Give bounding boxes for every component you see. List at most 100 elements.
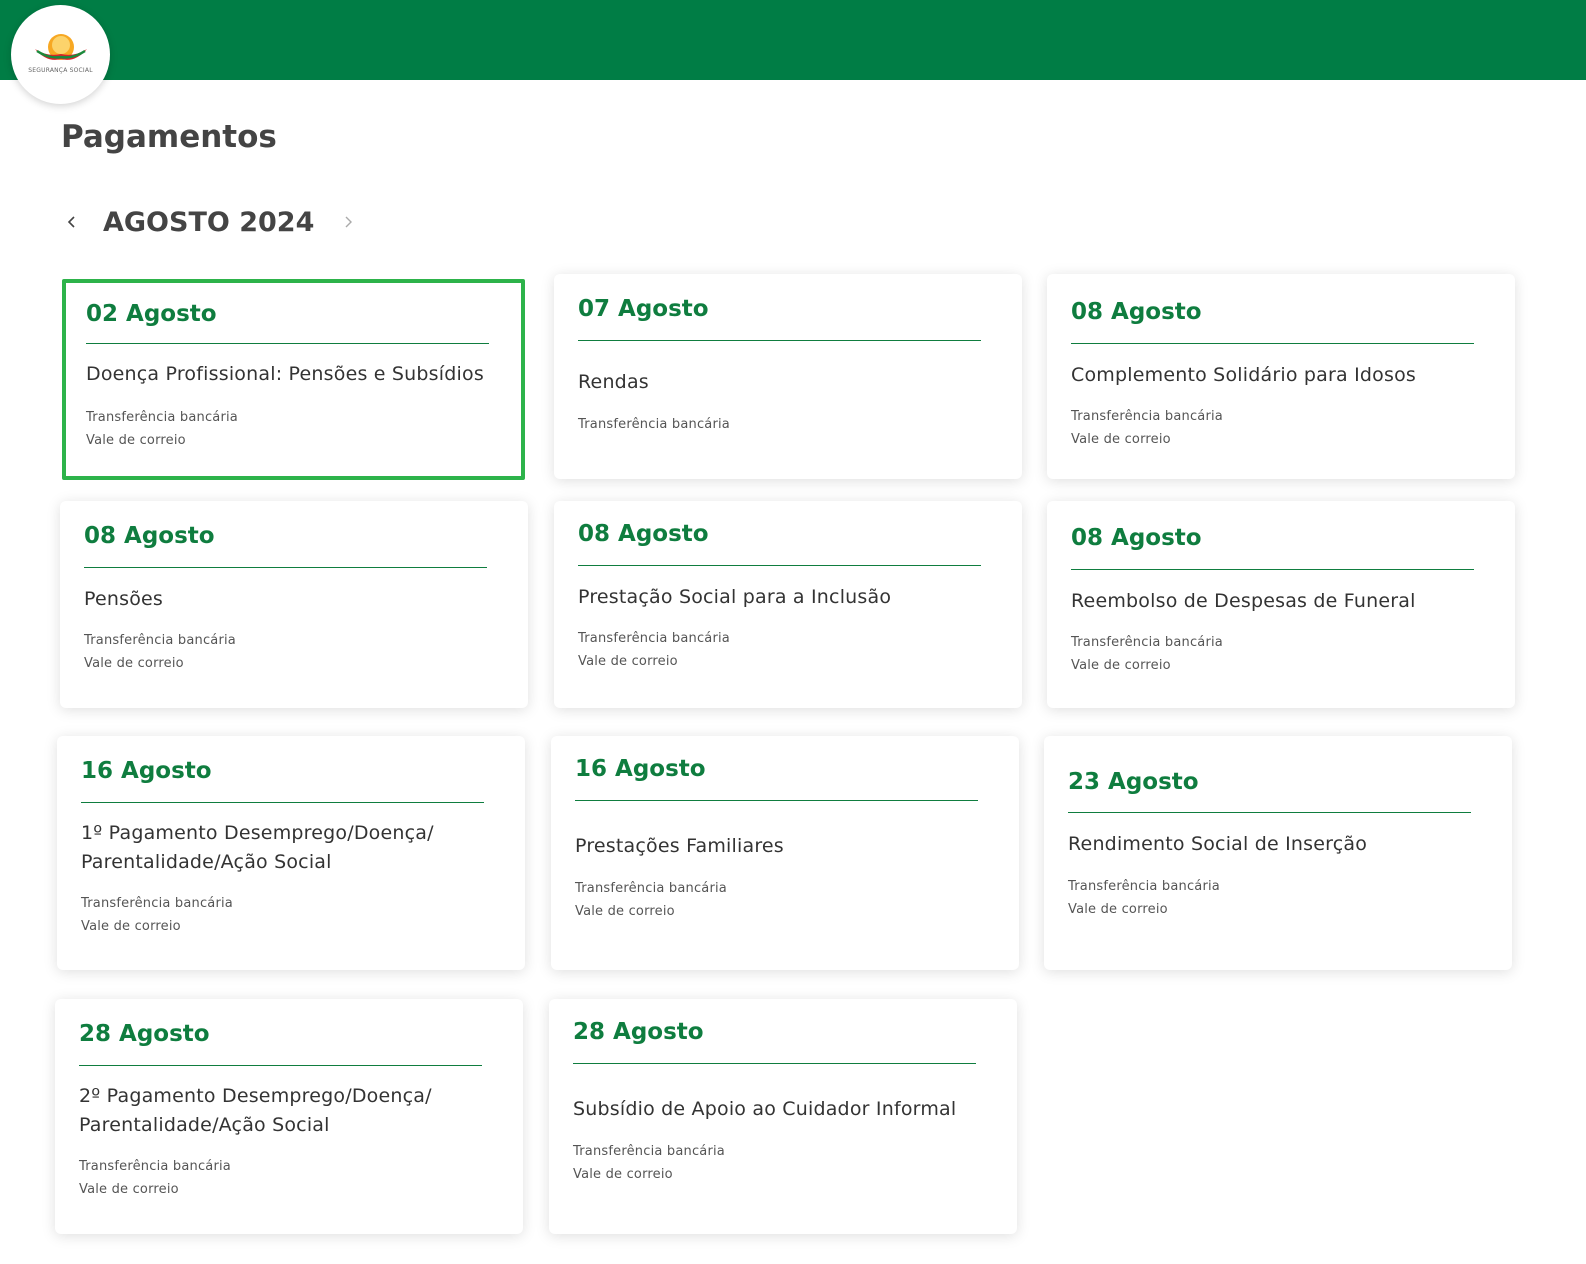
payment-method: Vale de correio — [86, 433, 186, 448]
payment-method: Vale de correio — [573, 1167, 673, 1182]
payment-title-line: Complemento Solidário para Idosos — [1071, 364, 1416, 386]
top-header-bar — [0, 0, 1586, 80]
payment-method: Vale de correio — [81, 919, 181, 934]
payment-date: 08 Agosto — [1071, 525, 1202, 551]
payment-title: Prestações Familiares — [575, 832, 784, 861]
payment-title-line: Rendimento Social de Inserção — [1068, 833, 1368, 855]
payment-card[interactable]: 08 Agosto Complemento Solidário para Idos… — [1047, 274, 1515, 479]
payment-date: 16 Agosto — [81, 758, 212, 784]
payment-methods: Transferência bancária Vale de correio — [84, 629, 236, 675]
payment-methods: Transferência bancária Vale de correio — [86, 406, 238, 452]
payment-method: Transferência bancária — [84, 633, 236, 648]
card-divider — [1071, 569, 1474, 570]
payment-methods: Transferência bancária Vale de correio — [573, 1140, 725, 1186]
payment-title: 2º Pagamento Desemprego/Doença/Parentali… — [79, 1082, 432, 1140]
logo-emblem-icon — [34, 34, 87, 60]
payment-title: Prestação Social para a Inclusão — [578, 583, 891, 612]
previous-month-button[interactable] — [60, 210, 84, 234]
payment-title-line: Parentalidade/Ação Social — [81, 851, 332, 873]
payment-date: 02 Agosto — [86, 301, 217, 327]
payment-title-line: Rendas — [578, 371, 649, 393]
payment-method: Transferência bancária — [573, 1144, 725, 1159]
payment-method: Transferência bancária — [575, 881, 727, 896]
payment-title-line: Doença Profissional: Pensões e Subsídios — [86, 363, 484, 385]
payment-date: 23 Agosto — [1068, 769, 1199, 795]
payment-method: Vale de correio — [575, 904, 675, 919]
payment-title: Complemento Solidário para Idosos — [1071, 361, 1416, 390]
payment-card[interactable]: 08 Agosto Pensões Transferência bancária Va… — [60, 501, 528, 708]
payment-card[interactable]: 08 Agosto Prestação Social para a Inclusã… — [554, 501, 1022, 708]
payment-method: Transferência bancária — [81, 896, 233, 911]
card-divider — [575, 800, 978, 801]
payment-methods: Transferência bancária Vale de correio — [1068, 875, 1220, 921]
payment-method: Vale de correio — [84, 656, 184, 671]
card-divider — [578, 565, 981, 566]
card-divider — [81, 802, 484, 803]
card-divider — [1071, 343, 1474, 344]
payment-methods: Transferência bancária Vale de correio — [79, 1155, 231, 1201]
payment-title-line: 1º Pagamento Desemprego/Doença/ — [81, 822, 434, 844]
card-divider — [573, 1063, 976, 1064]
payment-method: Vale de correio — [578, 654, 678, 669]
payment-method: Vale de correio — [1071, 658, 1171, 673]
next-month-button[interactable] — [336, 210, 360, 234]
card-divider — [84, 567, 487, 568]
payment-methods: Transferência bancária Vale de correio — [1071, 405, 1223, 451]
payment-methods: Transferência bancária Vale de correio — [1071, 631, 1223, 677]
payment-card[interactable]: 28 Agosto Subsídio de Apoio ao Cuidador I… — [549, 999, 1017, 1234]
chevron-right-icon — [345, 216, 353, 228]
payment-methods: Transferência bancária Vale de correio — [575, 877, 727, 923]
payment-method: Transferência bancária — [1071, 409, 1223, 424]
payment-title: Rendas — [578, 368, 649, 397]
payment-title-line: Prestações Familiares — [575, 835, 784, 857]
payment-method: Transferência bancária — [86, 410, 238, 425]
card-divider — [86, 343, 489, 344]
payment-methods: Transferência bancária — [578, 413, 730, 436]
payment-title-line: Prestação Social para a Inclusão — [578, 586, 892, 608]
current-month-label: AGOSTO 2024 — [103, 206, 315, 238]
payment-method: Transferência bancária — [1071, 635, 1223, 650]
payment-date: 08 Agosto — [578, 521, 709, 547]
payment-method: Vale de correio — [1071, 432, 1171, 447]
seguranca-social-logo[interactable]: SEGURANÇA SOCIAL — [11, 5, 110, 104]
payment-title: Rendimento Social de Inserção — [1068, 830, 1367, 859]
payment-title: Reembolso de Despesas de Funeral — [1071, 587, 1416, 616]
payment-card[interactable]: 23 Agosto Rendimento Social de Inserção Tr… — [1044, 736, 1512, 970]
payment-card[interactable]: 16 Agosto Prestações Familiares Transferên… — [551, 736, 1019, 970]
payment-date: 16 Agosto — [575, 756, 706, 782]
payment-date: 07 Agosto — [578, 296, 709, 322]
card-divider — [578, 340, 981, 341]
payment-title-line: Pensões — [84, 588, 164, 610]
payment-methods: Transferência bancária Vale de correio — [81, 892, 233, 938]
logo-text: SEGURANÇA SOCIAL — [28, 67, 93, 74]
payment-card[interactable]: 07 Agosto Rendas Transferência bancária — [554, 274, 1022, 479]
payment-card[interactable]: 02 Agosto Doença Profissional: Pensões e … — [62, 279, 525, 480]
payment-date: 08 Agosto — [1071, 299, 1202, 325]
payment-card[interactable]: 16 Agosto 1º Pagamento Desemprego/Doença/… — [57, 736, 525, 970]
payment-method: Transferência bancária — [79, 1159, 231, 1174]
page-title: Pagamentos — [61, 119, 277, 155]
payment-method: Vale de correio — [79, 1182, 179, 1197]
payment-title-line: Reembolso de Despesas de Funeral — [1071, 590, 1416, 612]
payment-card[interactable]: 28 Agosto 2º Pagamento Desemprego/Doença/… — [55, 999, 523, 1234]
payment-date: 08 Agosto — [84, 523, 215, 549]
payment-method: Transferência bancária — [578, 631, 730, 646]
payment-title-line: Parentalidade/Ação Social — [79, 1114, 330, 1136]
payment-method: Transferência bancária — [578, 417, 730, 432]
payment-date: 28 Agosto — [573, 1019, 704, 1045]
payment-title: Subsídio de Apoio ao Cuidador Informal — [573, 1095, 956, 1124]
payment-date: 28 Agosto — [79, 1021, 210, 1047]
payment-title: 1º Pagamento Desemprego/Doença/Parentali… — [81, 819, 434, 877]
payment-title: Pensões — [84, 585, 163, 614]
payment-method: Transferência bancária — [1068, 879, 1220, 894]
payment-card[interactable]: 08 Agosto Reembolso de Despesas de Funera… — [1047, 501, 1515, 708]
month-navigator: AGOSTO 2024 — [60, 200, 360, 244]
payment-methods: Transferência bancária Vale de correio — [578, 627, 730, 673]
payment-title-line: Subsídio de Apoio ao Cuidador Informal — [573, 1098, 957, 1120]
payment-title-line: 2º Pagamento Desemprego/Doença/ — [79, 1085, 432, 1107]
payment-title: Doença Profissional: Pensões e Subsídios — [86, 360, 484, 389]
chevron-left-icon — [67, 216, 75, 228]
card-divider — [1068, 812, 1471, 813]
card-divider — [79, 1065, 482, 1066]
payment-method: Vale de correio — [1068, 902, 1168, 917]
